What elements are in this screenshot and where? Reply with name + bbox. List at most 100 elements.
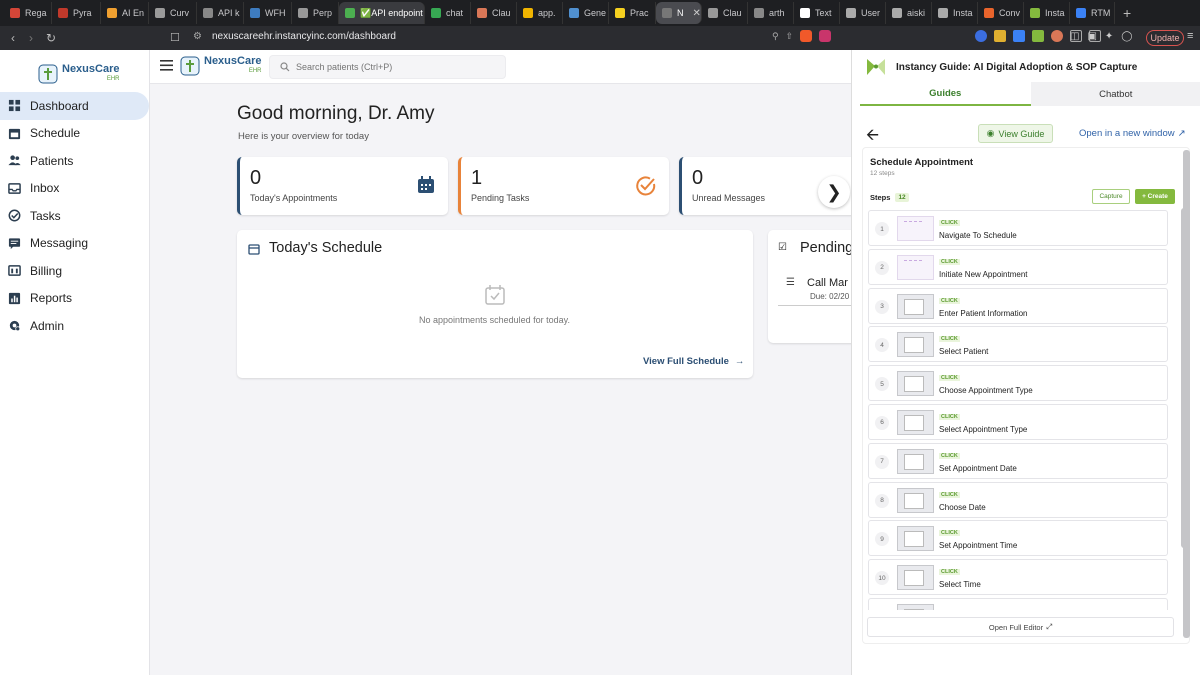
rewards-icon[interactable] [819, 30, 832, 42]
view-guide-button[interactable]: ◉ View Guide [978, 124, 1053, 143]
extension-icon-2[interactable] [994, 30, 1007, 42]
browser-tab[interactable]: AI En [101, 2, 149, 24]
browser-tab[interactable]: Clau [702, 2, 748, 24]
panel-scrollbar[interactable] [1183, 150, 1190, 638]
guide-step[interactable]: 4 CLICK Select Patient [868, 326, 1168, 363]
url-text[interactable]: nexuscareehr.instancyinc.com/dashboard [212, 31, 396, 42]
browser-tab[interactable]: Gene [563, 2, 609, 24]
new-tab-icon[interactable]: + [1123, 5, 1131, 21]
browser-tab[interactable]: Insta [1024, 2, 1070, 24]
guide-step[interactable]: 3 CLICK Enter Patient Information [868, 287, 1168, 324]
guide-step[interactable]: 7 CLICK Set Appointment Date [868, 442, 1168, 479]
step-thumbnail[interactable] [897, 448, 934, 474]
browser-tab[interactable]: Clau [471, 2, 517, 24]
patient-search[interactable] [269, 55, 506, 79]
step-thumbnail[interactable] [897, 216, 934, 241]
step-thumbnail[interactable] [897, 526, 934, 552]
extension-icon-1[interactable] [975, 30, 988, 42]
sidebar-item-messaging[interactable]: Messaging [0, 230, 149, 258]
open-full-editor-button[interactable]: Open Full Editor ⤢ [867, 617, 1174, 637]
extension-icon-3[interactable] [1013, 30, 1026, 42]
back-icon[interactable]: ‹ [4, 31, 22, 45]
browser-menu-icon[interactable]: ≡ [1187, 30, 1193, 42]
guide-step[interactable]: 8 CLICK Choose Date [868, 481, 1168, 518]
step-action-badge: CLICK [939, 491, 960, 498]
forward-icon[interactable]: › [22, 31, 40, 45]
extensions-icon[interactable]: ✦ [1105, 31, 1113, 42]
sidebar-item-tasks[interactable]: Tasks [0, 202, 149, 230]
browser-tab[interactable]: Text [794, 2, 840, 24]
site-settings-icon[interactable]: ⚙ [193, 31, 202, 42]
guide-step[interactable]: 1 CLICK Navigate To Schedule [868, 210, 1168, 246]
step-thumbnail[interactable] [897, 254, 934, 280]
share-icon[interactable]: ⇧ [786, 31, 794, 42]
sidebar-item-schedule[interactable]: Schedule [0, 120, 149, 148]
carousel-next-button[interactable]: ❯ [818, 176, 850, 208]
hamburger-menu-icon[interactable] [160, 60, 173, 71]
sidebar-logo[interactable]: NexusCare EHR [0, 50, 149, 90]
vpn-icon[interactable]: ◯ [1121, 31, 1132, 42]
sidebar-item-patients[interactable]: Patients [0, 147, 149, 175]
browser-tab[interactable]: Curv [149, 2, 197, 24]
browser-tab[interactable]: arth [748, 2, 794, 24]
step-action-badge: CLICK [939, 569, 960, 576]
sidebar-item-admin[interactable]: Admin [0, 312, 149, 340]
topbar-logo[interactable]: NexusCare EHR [180, 56, 261, 76]
guide-step[interactable]: 5 CLICK Choose Appointment Type [868, 365, 1168, 402]
browser-tab[interactable]: Rega [4, 2, 52, 24]
close-tab-icon[interactable]: ✕ [693, 8, 701, 19]
step-thumbnail[interactable] [897, 603, 934, 610]
step-action-badge: CLICK [939, 452, 960, 459]
browser-tab[interactable]: N ✕ [656, 2, 702, 24]
wallet-icon[interactable]: ▣ [1087, 31, 1096, 42]
step-thumbnail[interactable] [897, 332, 934, 358]
browser-tab[interactable]: Conv [978, 2, 1024, 24]
create-button[interactable]: + Create [1135, 189, 1175, 204]
tab-chatbot[interactable]: Chatbot [1030, 82, 1200, 106]
browser-tab[interactable]: Pyra [52, 2, 101, 24]
sidebar-item-reports[interactable]: Reports [0, 285, 149, 313]
capture-button[interactable]: Capture [1092, 189, 1130, 204]
reload-icon[interactable]: ↻ [42, 31, 60, 45]
browser-tab[interactable]: Perp [292, 2, 339, 24]
stat-value: 0 [692, 167, 704, 189]
extension-icon-4[interactable] [1032, 30, 1045, 42]
browser-tab[interactable]: Insta [932, 2, 978, 24]
guide-step[interactable]: 9 CLICK Set Appointment Time [868, 520, 1168, 557]
open-in-new-window-link[interactable]: Open in a new window ↗ [1079, 128, 1186, 139]
sidebar-item-dashboard[interactable]: Dashboard [0, 92, 149, 120]
browser-tab[interactable]: aiski [886, 2, 932, 24]
key-icon[interactable]: ⚲ [772, 31, 779, 42]
sidebar-item-inbox[interactable]: Inbox [0, 175, 149, 203]
guide-step[interactable]: 6 CLICK Select Appointment Type [868, 403, 1168, 440]
step-thumbnail[interactable] [897, 293, 934, 319]
sidebar-toggle-icon[interactable]: ◫ [1070, 31, 1079, 42]
browser-tab[interactable]: ✅API endpoint Py [339, 2, 425, 24]
task-title[interactable]: Call Mar [807, 277, 848, 289]
extension-icon-5[interactable] [1051, 30, 1064, 42]
browser-tab[interactable]: chat [425, 2, 471, 24]
step-thumbnail[interactable] [897, 409, 934, 435]
browser-tab[interactable]: app. [517, 2, 563, 24]
stat-card-tasks[interactable]: 1 Pending Tasks [458, 157, 669, 215]
stat-card-appointments[interactable]: 0 Today's Appointments [237, 157, 448, 215]
browser-tab[interactable]: API k [197, 2, 244, 24]
browser-tab[interactable]: User [840, 2, 886, 24]
step-thumbnail[interactable] [897, 565, 934, 591]
guide-step[interactable]: 10 CLICK Select Time [868, 559, 1168, 596]
view-full-schedule-link[interactable]: View Full Schedule → [643, 356, 744, 367]
bookmark-icon[interactable]: ☐ [170, 31, 180, 44]
step-thumbnail[interactable] [897, 371, 934, 397]
guide-step[interactable]: 2 CLICK Initiate New Appointment [868, 248, 1168, 285]
brave-shield-icon[interactable] [800, 30, 813, 42]
nexuscare-logo-icon [180, 56, 200, 76]
update-button[interactable]: Update [1146, 30, 1184, 46]
guide-step[interactable]: 11 [868, 597, 1168, 610]
step-thumbnail[interactable] [897, 487, 934, 513]
browser-tab[interactable]: WFH [244, 2, 292, 24]
sidebar-item-billing[interactable]: Billing [0, 257, 149, 285]
search-input[interactable] [296, 62, 496, 72]
browser-tab[interactable]: Prac [609, 2, 656, 24]
browser-tab[interactable]: RTM [1070, 2, 1115, 24]
tab-guides[interactable]: Guides [860, 82, 1031, 106]
